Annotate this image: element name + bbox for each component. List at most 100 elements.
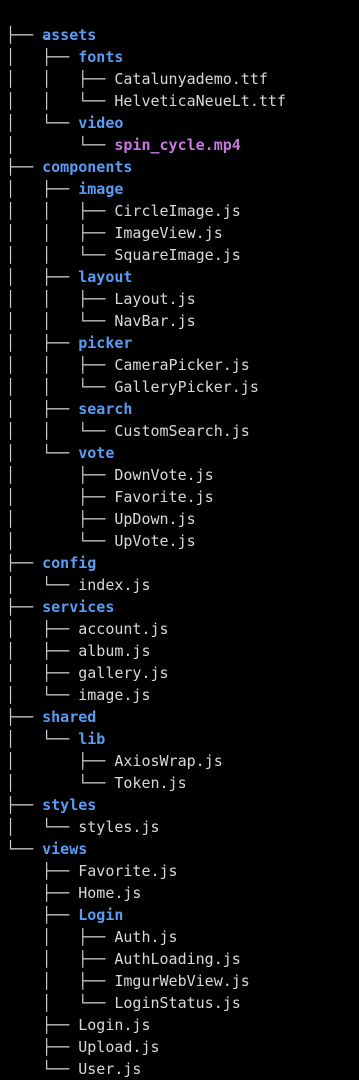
file-name[interactable]: Token.js xyxy=(114,774,186,792)
tree-branch-lines: │ ├── xyxy=(6,752,115,770)
file-name[interactable]: Favorite.js xyxy=(78,862,177,880)
file-name[interactable]: ImageView.js xyxy=(114,224,222,242)
directory-name[interactable]: assets xyxy=(42,26,96,44)
file-name[interactable]: Home.js xyxy=(78,884,141,902)
tree-dir-row: │ ├── fonts xyxy=(6,46,123,68)
file-name[interactable]: GalleryPicker.js xyxy=(114,378,259,396)
tree-file-row: ├── Home.js xyxy=(6,882,141,904)
directory-name[interactable]: config xyxy=(42,554,96,572)
directory-name[interactable]: Login xyxy=(78,906,123,924)
tree-branch-lines: │ ├── xyxy=(6,488,115,506)
file-name[interactable]: index.js xyxy=(78,576,150,594)
directory-name[interactable]: vote xyxy=(78,444,114,462)
tree-file-row: │ │ ├── CameraPicker.js xyxy=(6,354,250,376)
tree-file-row: │ │ └── HelveticaNeueLt.ttf xyxy=(6,90,286,112)
tree-branch-lines: │ ├── xyxy=(6,334,79,352)
tree-dir-row: └── views xyxy=(6,838,87,860)
tree-dir-row: ├── assets xyxy=(6,24,96,46)
directory-name[interactable]: video xyxy=(78,114,123,132)
file-name[interactable]: ImgurWebView.js xyxy=(114,972,249,990)
directory-name[interactable]: shared xyxy=(42,708,96,726)
file-name[interactable]: NavBar.js xyxy=(114,312,195,330)
file-name[interactable]: CustomSearch.js xyxy=(114,422,249,440)
file-name[interactable]: CameraPicker.js xyxy=(114,356,249,374)
tree-branch-lines: │ └── xyxy=(6,444,79,462)
directory-name[interactable]: image xyxy=(78,180,123,198)
tree-file-row: │ ├── account.js xyxy=(6,618,169,640)
tree-file-row: │ │ └── CustomSearch.js xyxy=(6,420,250,442)
tree-branch-lines: │ │ ├── xyxy=(6,70,115,88)
tree-branch-lines: │ └── xyxy=(6,136,115,154)
tree-branch-lines: │ └── xyxy=(6,576,79,594)
file-name[interactable]: Login.js xyxy=(78,1016,150,1034)
file-name[interactable]: account.js xyxy=(78,620,168,638)
tree-root: . xyxy=(6,2,51,44)
tree-file-row: ├── Login.js xyxy=(6,1014,150,1036)
directory-name[interactable]: search xyxy=(78,400,132,418)
directory-name[interactable]: lib xyxy=(78,730,105,748)
tree-dir-row: │ ├── search xyxy=(6,398,132,420)
tree-branch-lines: │ │ ├── xyxy=(6,202,115,220)
file-name[interactable]: LoginStatus.js xyxy=(114,994,240,1012)
tree-branch-lines: │ │ └── xyxy=(6,422,115,440)
file-name[interactable]: AxiosWrap.js xyxy=(114,752,222,770)
tree-file-row: │ ├── Favorite.js xyxy=(6,486,214,508)
file-name[interactable]: SquareImage.js xyxy=(114,246,240,264)
tree-file-row: │ └── UpVote.js xyxy=(6,530,196,552)
file-name[interactable]: Favorite.js xyxy=(114,488,213,506)
tree-dir-row: ├── services xyxy=(6,596,114,618)
tree-branch-lines: │ ├── xyxy=(6,180,79,198)
tree-file-row: │ ├── Auth.js xyxy=(6,926,177,948)
directory-name[interactable]: fonts xyxy=(78,48,123,66)
tree-dir-row: │ └── vote xyxy=(6,442,114,464)
tree-file-row: │ │ ├── Catalunyademo.ttf xyxy=(6,68,268,90)
tree-branch-lines: │ │ ├── xyxy=(6,356,115,374)
file-name[interactable]: HelveticaNeueLt.ttf xyxy=(114,92,286,110)
tree-branch-lines: │ └── xyxy=(6,994,115,1012)
tree-branch-lines: │ │ └── xyxy=(6,378,115,396)
file-name[interactable]: Auth.js xyxy=(114,928,177,946)
file-name[interactable]: image.js xyxy=(78,686,150,704)
tree-dir-row: ├── components xyxy=(6,156,132,178)
file-name[interactable]: UpDown.js xyxy=(114,510,195,528)
tree-branch-lines: └── xyxy=(6,1060,79,1078)
directory-name[interactable]: layout xyxy=(78,268,132,286)
file-name[interactable]: AuthLoading.js xyxy=(114,950,240,968)
tree-file-row: │ └── index.js xyxy=(6,574,151,596)
file-name[interactable]: CircleImage.js xyxy=(114,202,240,220)
directory-name[interactable]: components xyxy=(42,158,132,176)
tree-file-row: ├── Upload.js xyxy=(6,1036,159,1058)
tree-branch-lines: │ ├── xyxy=(6,620,79,638)
tree-branch-lines: │ └── xyxy=(6,686,79,704)
directory-name[interactable]: services xyxy=(42,598,114,616)
file-name[interactable]: Upload.js xyxy=(78,1038,159,1056)
directory-name[interactable]: styles xyxy=(42,796,96,814)
tree-file-row: │ ├── album.js xyxy=(6,640,151,662)
file-name[interactable]: spin_cycle.mp4 xyxy=(114,136,240,154)
tree-branch-lines: │ │ └── xyxy=(6,246,115,264)
directory-name[interactable]: picker xyxy=(78,334,132,352)
tree-branch-lines: │ ├── xyxy=(6,268,79,286)
tree-dir-row: ├── styles xyxy=(6,794,96,816)
tree-file-row: │ │ ├── CircleImage.js xyxy=(6,200,241,222)
tree-branch-lines: │ │ └── xyxy=(6,92,115,110)
tree-file-row: ├── Favorite.js xyxy=(6,860,177,882)
file-name[interactable]: Catalunyademo.ttf xyxy=(114,70,268,88)
tree-file-row: │ └── Token.js xyxy=(6,772,187,794)
file-name[interactable]: Layout.js xyxy=(114,290,195,308)
file-name[interactable]: UpVote.js xyxy=(114,532,195,550)
tree-file-row: │ └── image.js xyxy=(6,684,151,706)
directory-name[interactable]: views xyxy=(42,840,87,858)
file-name[interactable]: DownVote.js xyxy=(114,466,213,484)
tree-file-row: │ │ ├── ImageView.js xyxy=(6,222,223,244)
file-name[interactable]: User.js xyxy=(78,1060,141,1078)
tree-branch-lines: │ └── xyxy=(6,818,79,836)
tree-branch-lines: └── xyxy=(6,840,43,858)
file-name[interactable]: gallery.js xyxy=(78,664,168,682)
tree-branch-lines: ├── xyxy=(6,884,79,902)
file-name[interactable]: album.js xyxy=(78,642,150,660)
tree-branch-lines: │ └── xyxy=(6,114,79,132)
tree-file-row: │ ├── gallery.js xyxy=(6,662,169,684)
tree-branch-lines: ├── xyxy=(6,26,43,44)
file-name[interactable]: styles.js xyxy=(78,818,159,836)
